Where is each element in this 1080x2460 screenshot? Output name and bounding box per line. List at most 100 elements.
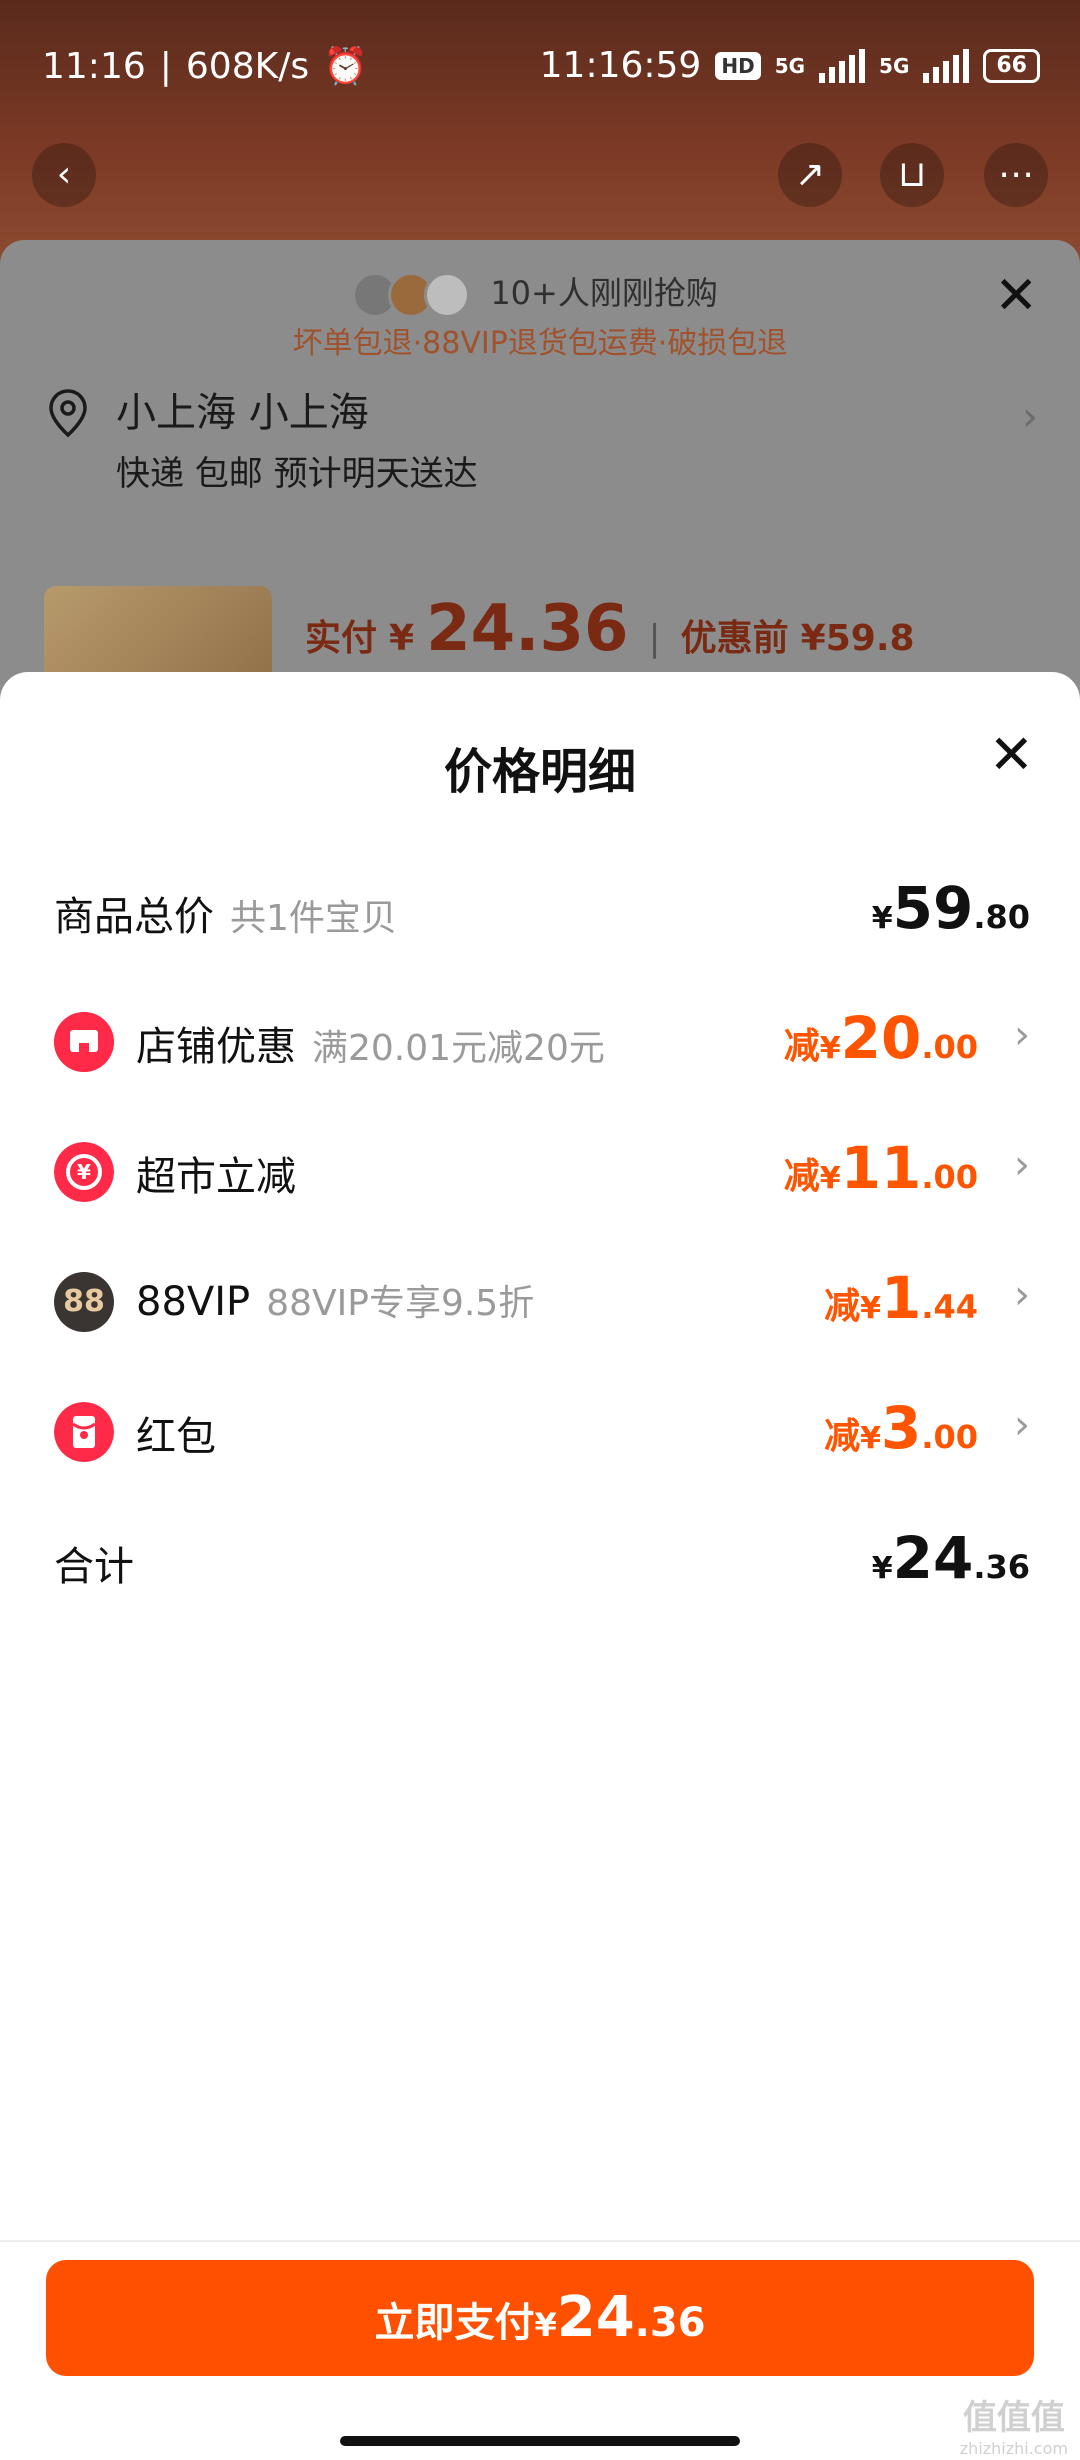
location-pin-icon <box>49 389 87 438</box>
cart-icon[interactable]: ⊔ <box>880 143 944 207</box>
row-desc: 88VIP专享9.5折 <box>266 1283 535 1324</box>
row-title: 合计 <box>54 1544 134 1590</box>
recent-buyers-text: 10+人刚刚抢购 <box>490 274 718 312</box>
close-icon[interactable]: ✕ <box>994 270 1038 322</box>
paid-summary: 实付 ¥ 24.36 | 优惠前 ¥59.8 <box>305 592 915 666</box>
status-right: 11:16:59 HD 5G 5G 66 <box>540 45 1040 86</box>
svg-text:¥: ¥ <box>77 1160 91 1184</box>
amount-dec: .00 <box>921 1158 978 1196</box>
row-goods-total: 商品总价 共1件宝贝 ¥59.80 <box>54 870 1030 950</box>
pay-button-int: 24 <box>556 2285 635 2350</box>
amount-int: 59 <box>892 874 974 942</box>
row-shop-discount[interactable]: 店铺优惠 满20.01元减20元 减¥20.00 › <box>54 1000 1030 1080</box>
paid-currency: ¥ <box>389 618 415 659</box>
amount-int: 3 <box>880 1394 922 1462</box>
row-amount: 减¥1.44 <box>824 1264 978 1332</box>
amount-dec: .80 <box>973 898 1030 936</box>
amount-dec: .00 <box>921 1418 978 1456</box>
close-icon[interactable]: ✕ <box>989 728 1034 782</box>
amount-prefix: 减 <box>783 1026 820 1067</box>
row-grand-total: 合计 ¥24.36 <box>54 1520 1030 1600</box>
status-speed: 608K/s <box>185 45 310 87</box>
row-label: 88VIP 88VIP专享9.5折 <box>136 1274 534 1326</box>
pay-now-button[interactable]: 立即支付¥24.36 <box>46 2260 1034 2376</box>
watermark-sub: zhizhizhi.com <box>959 2439 1068 2458</box>
row-title: 红包 <box>136 1414 216 1460</box>
row-label: 商品总价 共1件宝贝 <box>54 884 397 942</box>
chevron-right-icon: › <box>1014 1272 1030 1318</box>
status-bar: 11:16 | 608K/s ⏰ 11:16:59 HD 5G 5G 66 <box>0 0 1080 135</box>
row-label: 合计 <box>54 1534 134 1592</box>
before-amount: ¥59.8 <box>800 618 915 659</box>
before-label: 优惠前 <box>680 618 789 659</box>
purchase-sheet: 10+人刚刚抢购 坏单包退·88VIP退货包运费·破损包退 ✕ 小上海 小上海 … <box>0 240 1080 706</box>
row-desc: 共1件宝贝 <box>230 898 397 939</box>
amount-int: 24 <box>892 1524 974 1592</box>
alarm-icon: ⏰ <box>323 46 368 87</box>
signal-icon-1 <box>819 48 866 83</box>
delivery-info: 快递 包邮 预计明天送达 <box>116 454 478 494</box>
sheet-title: 价格明细 <box>443 744 636 800</box>
chevron-right-icon: › <box>1014 1402 1030 1448</box>
amount-prefix: 减 <box>783 1156 820 1197</box>
battery-icon: 66 <box>983 48 1040 83</box>
amount-prefix: 减 <box>824 1416 861 1457</box>
recent-buyers: 10+人刚刚抢购 <box>0 268 1080 318</box>
red-packet-icon <box>54 1402 114 1462</box>
row-label: 红包 <box>136 1404 216 1462</box>
pay-button-dec: .36 <box>634 2300 706 2346</box>
amount-currency: ¥ <box>871 1551 893 1586</box>
amount-dec: .00 <box>921 1028 978 1066</box>
chevron-right-icon: › <box>1014 1012 1030 1058</box>
back-icon[interactable]: ‹ <box>32 143 96 207</box>
row-amount: ¥59.80 <box>872 874 1030 942</box>
amount-dec: .44 <box>921 1288 978 1326</box>
row-amount: 减¥11.00 <box>784 1134 978 1202</box>
vip-88-icon: 88 <box>54 1272 114 1332</box>
home-indicator[interactable] <box>340 2436 740 2446</box>
hd-badge: HD <box>715 51 761 80</box>
address-name: 小上海 小上海 <box>116 390 369 436</box>
pay-button-label: 立即支付 <box>374 2300 535 2346</box>
amount-int: 11 <box>840 1134 922 1202</box>
avatar <box>424 272 471 318</box>
buyer-avatars <box>352 272 471 318</box>
signal-icon-2 <box>923 48 970 83</box>
row-88vip-discount[interactable]: 88 88VIP 88VIP专享9.5折 减¥1.44 › <box>54 1260 1030 1340</box>
row-title: 店铺优惠 <box>136 1024 296 1070</box>
status-left: 11:16 | 608K/s ⏰ <box>42 45 368 88</box>
network-label-1: 5G <box>774 53 806 78</box>
watermark-main: 值值值 <box>962 2398 1065 2438</box>
price-detail-sheet: 价格明细 ✕ 商品总价 共1件宝贝 ¥59.80 店铺优惠 满20.01元减20元 … <box>0 672 1080 2460</box>
network-label-2: 5G <box>879 53 910 78</box>
amount-currency: ¥ <box>860 1291 881 1326</box>
paid-label: 实付 <box>305 618 378 659</box>
guarantee-text: 坏单包退·88VIP退货包运费·破损包退 <box>292 326 788 361</box>
amount-int: 1 <box>880 1264 922 1332</box>
share-icon[interactable]: ↗ <box>778 143 842 207</box>
row-title: 88VIP <box>136 1279 251 1325</box>
footer-divider <box>0 2240 1080 2242</box>
row-amount: 减¥20.00 <box>784 1004 978 1072</box>
chevron-right-icon: › <box>1022 394 1038 440</box>
more-icon[interactable]: ⋯ <box>984 143 1048 207</box>
paid-amount: 24.36 <box>426 592 629 666</box>
row-title: 超市立减 <box>136 1154 296 1200</box>
row-red-packet[interactable]: 红包 减¥3.00 › <box>54 1390 1030 1470</box>
amount-dec: .36 <box>973 1548 1030 1586</box>
amount-currency: ¥ <box>819 1031 841 1066</box>
status-time: 11:16 <box>42 45 146 87</box>
row-supermarket-discount[interactable]: ¥ 超市立减 减¥11.00 › <box>54 1130 1030 1210</box>
row-label: 店铺优惠 满20.01元减20元 <box>136 1014 605 1072</box>
amount-prefix: 减 <box>824 1286 861 1327</box>
status-clock: 11:16:59 <box>539 45 702 86</box>
watermark: 值值值 zhizhizhi.com <box>960 2390 1068 2458</box>
paid-divider: | <box>648 618 661 659</box>
pay-button-currency: ¥ <box>534 2306 557 2344</box>
row-amount: ¥24.36 <box>872 1524 1030 1592</box>
status-divider: | <box>159 45 172 87</box>
amount-currency: ¥ <box>819 1161 841 1196</box>
chevron-right-icon: › <box>1014 1142 1030 1188</box>
product-nav-bar: ‹ ↗ ⊔ ⋯ <box>0 135 1080 245</box>
amount-currency: ¥ <box>871 901 893 936</box>
